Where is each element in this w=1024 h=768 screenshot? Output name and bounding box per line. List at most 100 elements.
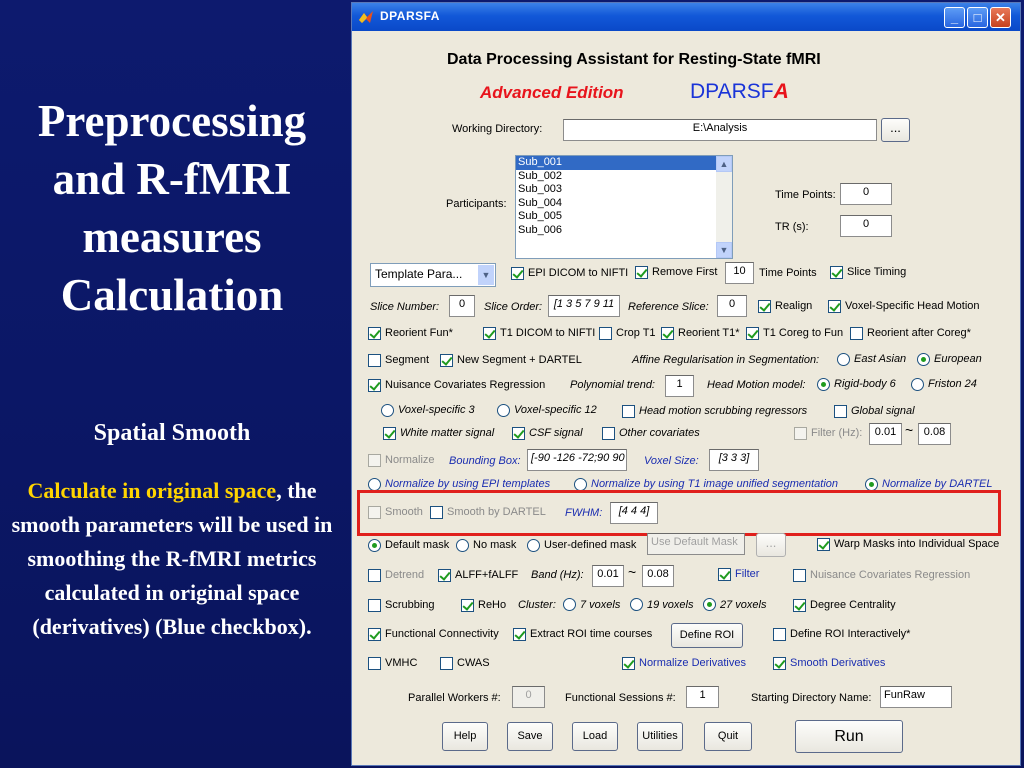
working-dir-browse-button[interactable]: ... bbox=[881, 118, 910, 142]
derivative-filter-label: Filter bbox=[735, 568, 760, 580]
user-mask-label: User-defined mask bbox=[544, 539, 637, 551]
participants-scrollbar[interactable]: ▲ ▼ bbox=[716, 156, 732, 258]
remove-first-checkbox[interactable] bbox=[635, 266, 648, 279]
slice-number-input[interactable]: 0 bbox=[449, 295, 475, 317]
normalize-checkbox[interactable] bbox=[368, 454, 381, 467]
remove-first-input[interactable]: 10 bbox=[725, 262, 754, 284]
slice-order-input[interactable]: [1 3 5 7 9 11 bbox=[548, 295, 620, 317]
starting-dir-input[interactable]: FunRaw bbox=[880, 686, 952, 708]
cluster-7-radio[interactable] bbox=[563, 598, 576, 611]
template-parameters-select[interactable]: Template Para... ▼ bbox=[370, 263, 496, 287]
scroll-up-icon[interactable]: ▲ bbox=[716, 156, 732, 172]
reorient-t1-checkbox[interactable] bbox=[661, 327, 674, 340]
alff-checkbox[interactable] bbox=[438, 569, 451, 582]
cluster-label: Cluster: bbox=[518, 599, 556, 611]
reference-slice-input[interactable]: 0 bbox=[717, 295, 747, 317]
functional-connectivity-label: Functional Connectivity bbox=[385, 628, 499, 640]
scrubbing-checkbox[interactable] bbox=[368, 599, 381, 612]
list-item[interactable]: Sub_003 bbox=[516, 183, 732, 197]
smooth-checkbox[interactable] bbox=[368, 506, 381, 519]
realign-checkbox[interactable] bbox=[758, 300, 771, 313]
quit-button[interactable]: Quit bbox=[704, 722, 752, 751]
mask-path-input[interactable]: Use Default Mask bbox=[647, 533, 745, 555]
run-button[interactable]: Run bbox=[795, 720, 903, 753]
cluster-19-radio[interactable] bbox=[630, 598, 643, 611]
participants-list[interactable]: Sub_001 Sub_002 Sub_003 Sub_004 Sub_005 … bbox=[515, 155, 733, 259]
define-roi-button[interactable]: Define ROI bbox=[671, 623, 743, 648]
new-segment-checkbox[interactable] bbox=[440, 354, 453, 367]
scroll-down-icon[interactable]: ▼ bbox=[716, 242, 732, 258]
reorient-after-coreg-checkbox[interactable] bbox=[850, 327, 863, 340]
nuisance-regression-checkbox[interactable] bbox=[368, 379, 381, 392]
scrubbing-regressors-checkbox[interactable] bbox=[622, 405, 635, 418]
extract-roi-checkbox[interactable] bbox=[513, 628, 526, 641]
vmhc-checkbox[interactable] bbox=[368, 657, 381, 670]
smooth-derivatives-checkbox[interactable] bbox=[773, 657, 786, 670]
derivative-nuisance-checkbox[interactable] bbox=[793, 569, 806, 582]
realign-label: Realign bbox=[775, 300, 813, 312]
slide-body: Calculate in original space, the smooth … bbox=[8, 474, 336, 644]
friston-radio[interactable] bbox=[911, 378, 924, 391]
warp-masks-checkbox[interactable] bbox=[817, 538, 830, 551]
maximize-button[interactable]: □ bbox=[967, 7, 988, 28]
no-mask-radio[interactable] bbox=[456, 539, 469, 552]
smooth-dartel-checkbox[interactable] bbox=[430, 506, 443, 519]
utilities-button[interactable]: Utilities bbox=[637, 722, 683, 751]
filter-low-input[interactable]: 0.01 bbox=[869, 423, 902, 445]
european-radio[interactable] bbox=[917, 353, 930, 366]
white-matter-checkbox[interactable] bbox=[383, 427, 396, 440]
mask-browse-button[interactable]: ... bbox=[756, 533, 786, 557]
csf-signal-checkbox[interactable] bbox=[512, 427, 525, 440]
east-asian-radio[interactable] bbox=[837, 353, 850, 366]
polynomial-trend-input[interactable]: 1 bbox=[665, 375, 694, 397]
normalize-derivatives-checkbox[interactable] bbox=[622, 657, 635, 670]
band-low-input[interactable]: 0.01 bbox=[592, 565, 624, 587]
filter-high-input[interactable]: 0.08 bbox=[918, 423, 951, 445]
parallel-workers-input[interactable]: 0 bbox=[512, 686, 545, 708]
detrend-checkbox[interactable] bbox=[368, 569, 381, 582]
voxel-specific-3-radio[interactable] bbox=[381, 404, 394, 417]
time-points-input[interactable]: 0 bbox=[840, 183, 892, 205]
voxel-specific-12-radio[interactable] bbox=[497, 404, 510, 417]
save-button[interactable]: Save bbox=[507, 722, 553, 751]
filter-hz-checkbox[interactable] bbox=[794, 427, 807, 440]
define-roi-interactively-checkbox[interactable] bbox=[773, 628, 786, 641]
slice-timing-checkbox[interactable] bbox=[830, 266, 843, 279]
fwhm-input[interactable]: [4 4 4] bbox=[610, 502, 658, 524]
crop-t1-checkbox[interactable] bbox=[599, 327, 612, 340]
minimize-button[interactable]: _ bbox=[944, 7, 965, 28]
tr-input[interactable]: 0 bbox=[840, 215, 892, 237]
vmhc-label: VMHC bbox=[385, 657, 418, 669]
list-item[interactable]: Sub_006 bbox=[516, 224, 732, 238]
load-button[interactable]: Load bbox=[572, 722, 618, 751]
default-mask-radio[interactable] bbox=[368, 539, 381, 552]
bounding-box-input[interactable]: [-90 -126 -72;90 90 bbox=[527, 449, 627, 471]
reho-checkbox[interactable] bbox=[461, 599, 474, 612]
list-item[interactable]: Sub_002 bbox=[516, 170, 732, 184]
title-bar[interactable]: DPARSFA _ □ ✕ bbox=[352, 3, 1020, 31]
degree-centrality-checkbox[interactable] bbox=[793, 599, 806, 612]
reorient-fun-checkbox[interactable] bbox=[368, 327, 381, 340]
segment-checkbox[interactable] bbox=[368, 354, 381, 367]
working-dir-input[interactable]: E:\Analysis bbox=[563, 119, 877, 141]
band-high-input[interactable]: 0.08 bbox=[642, 565, 674, 587]
derivative-filter-checkbox[interactable] bbox=[718, 568, 731, 581]
t1-dicom-checkbox[interactable] bbox=[483, 327, 496, 340]
functional-sessions-input[interactable]: 1 bbox=[686, 686, 719, 708]
help-button[interactable]: Help bbox=[442, 722, 488, 751]
cwas-checkbox[interactable] bbox=[440, 657, 453, 670]
voxel-head-motion-checkbox[interactable] bbox=[828, 300, 841, 313]
voxel-size-input[interactable]: [3 3 3] bbox=[709, 449, 759, 471]
rigid-body-radio[interactable] bbox=[817, 378, 830, 391]
user-mask-radio[interactable] bbox=[527, 539, 540, 552]
other-covariates-checkbox[interactable] bbox=[602, 427, 615, 440]
cluster-27-radio[interactable] bbox=[703, 598, 716, 611]
close-button[interactable]: ✕ bbox=[990, 7, 1011, 28]
global-signal-checkbox[interactable] bbox=[834, 405, 847, 418]
list-item[interactable]: Sub_004 bbox=[516, 197, 732, 211]
t1-coreg-checkbox[interactable] bbox=[746, 327, 759, 340]
list-item[interactable]: Sub_001 bbox=[516, 156, 732, 170]
functional-connectivity-checkbox[interactable] bbox=[368, 628, 381, 641]
epi-dicom-checkbox[interactable] bbox=[511, 267, 524, 280]
list-item[interactable]: Sub_005 bbox=[516, 210, 732, 224]
